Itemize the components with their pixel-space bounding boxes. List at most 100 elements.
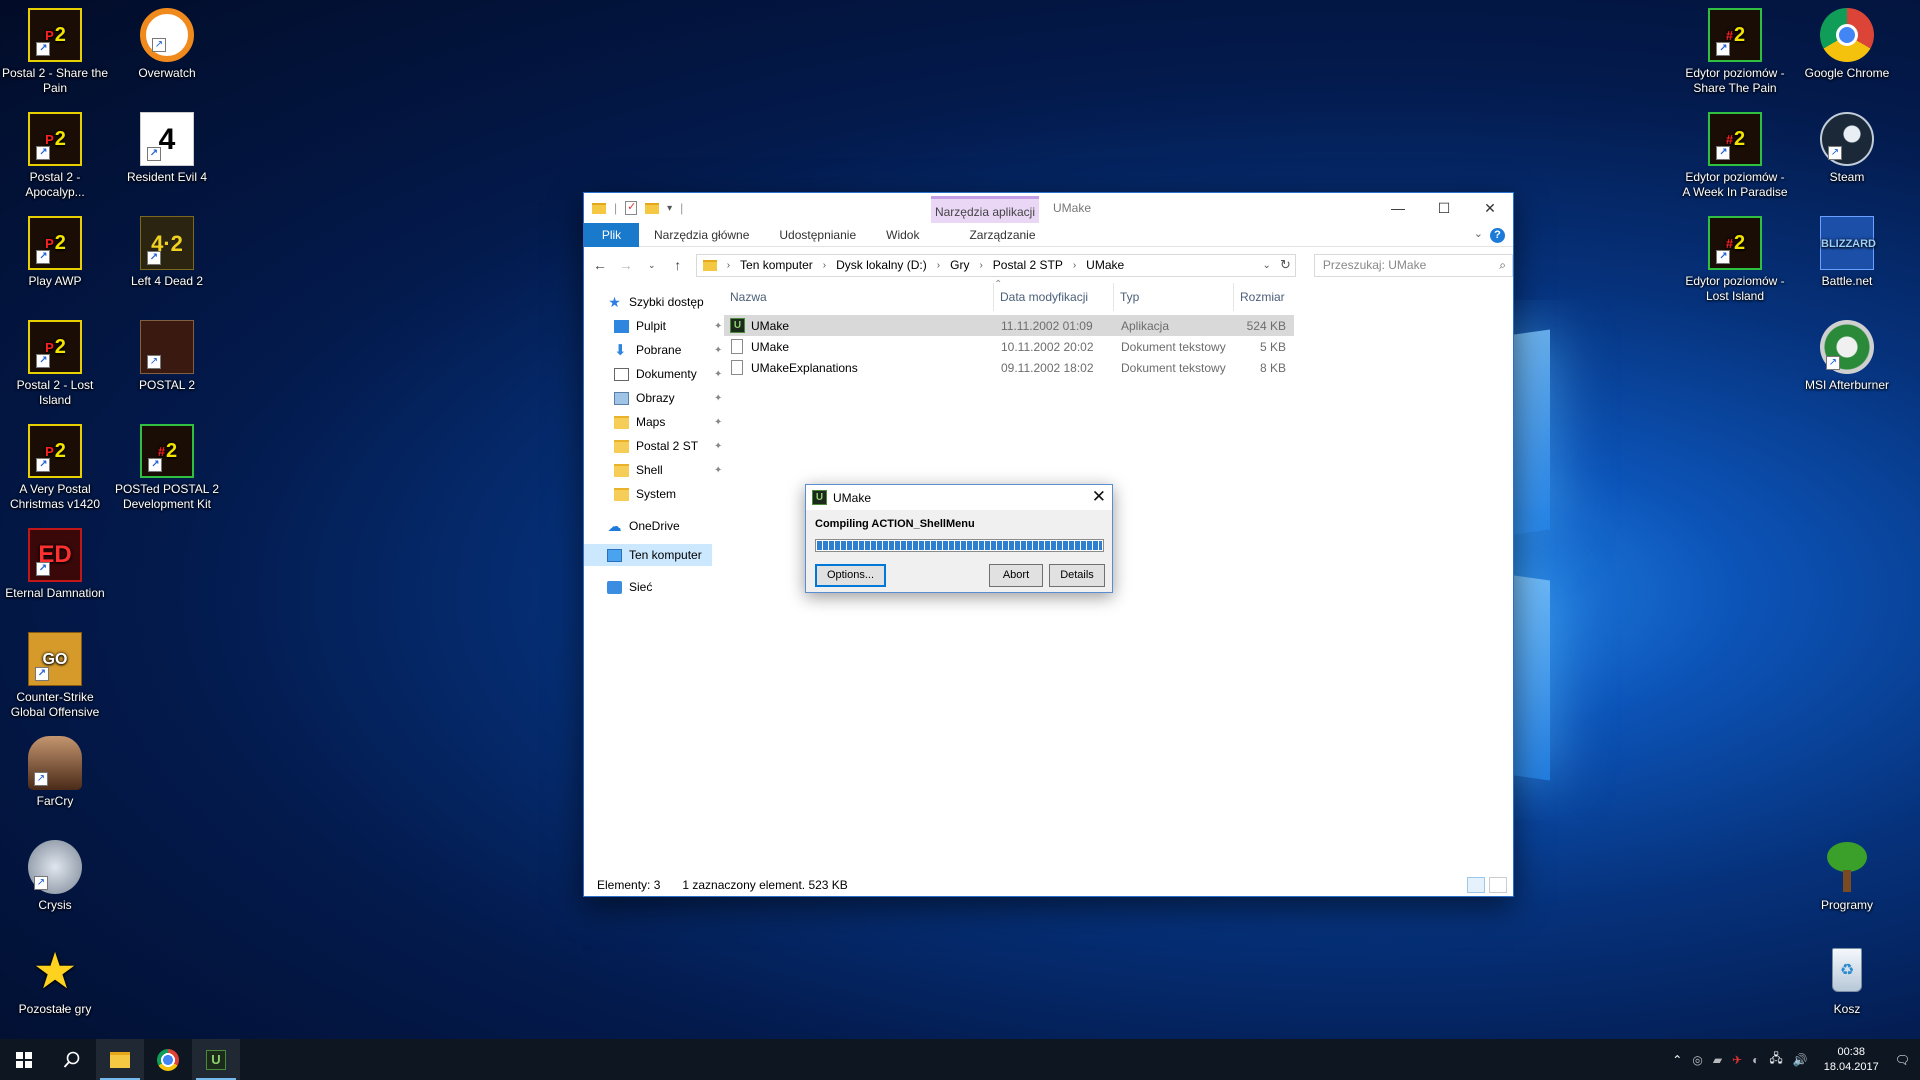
tree-icon: [1820, 840, 1874, 894]
tray-app-icon[interactable]: ▰: [1713, 1053, 1722, 1067]
column-header-type[interactable]: Typ: [1114, 283, 1234, 311]
desktop-icon-editor-share-the-pain[interactable]: #2 ↗ Edytor poziomów - Share The Pain: [1681, 8, 1789, 96]
expand-ribbon-icon[interactable]: ⌄: [1474, 227, 1483, 240]
desktop-icon-steam[interactable]: ↗ Steam: [1793, 112, 1901, 185]
nav-onedrive[interactable]: ☁ OneDrive: [607, 516, 680, 536]
nav-item-pulpit[interactable]: Pulpit ✦: [614, 316, 722, 336]
taskbar-file-explorer[interactable]: [96, 1039, 144, 1080]
minimize-button[interactable]: ―: [1375, 193, 1421, 223]
desktop-icon-postal2[interactable]: ↗ POSTAL 2: [113, 320, 221, 393]
breadcrumb-item[interactable]: Gry: [950, 258, 969, 272]
action-center-icon[interactable]: 🗨: [1895, 1053, 1910, 1067]
afterburner-tray-icon[interactable]: ✈: [1732, 1053, 1742, 1067]
nav-item-postal2stp[interactable]: Postal 2 STP ✦: [614, 436, 722, 456]
start-button[interactable]: [0, 1039, 48, 1080]
file-row[interactable]: U UMake 11.11.2002 01:09 Aplikacja 524 K…: [724, 315, 1294, 336]
desktop-icon-very-postal-christmas[interactable]: P 2 ↗ A Very Postal Christmas v1420: [1, 424, 109, 512]
new-folder-icon[interactable]: [645, 202, 660, 214]
desktop-icon-kosz[interactable]: ♻ Kosz: [1793, 944, 1901, 1017]
close-button[interactable]: ✕: [1467, 193, 1513, 223]
customize-toolbar-icon[interactable]: ▾: [667, 203, 672, 214]
close-icon[interactable]: ✕: [1092, 487, 1106, 507]
desktop-icon-postal2-lost-island[interactable]: P 2 ↗ Postal 2 - Lost Island: [1, 320, 109, 408]
desktop-icon-eternal-damnation[interactable]: ED ↗ Eternal Damnation: [1, 528, 109, 601]
desktop-icon-postal2-apocalypse[interactable]: P 2 ↗ Postal 2 - Apocalyp...: [1, 112, 109, 200]
nav-item-pobrane[interactable]: ⬇ Pobrane ✦: [614, 340, 722, 360]
clock[interactable]: 00:38 18.04.2017: [1818, 1045, 1885, 1075]
desktop-icon-battle-net[interactable]: BLIZZARD Battle.net: [1793, 216, 1901, 289]
address-bar[interactable]: › Ten komputer › Dysk lokalny (D:) › Gry…: [695, 253, 1296, 277]
nav-network[interactable]: Sieć: [607, 577, 652, 597]
tab-view[interactable]: Widok: [871, 223, 934, 247]
search-button[interactable]: [48, 1039, 96, 1080]
breadcrumb-item[interactable]: UMake: [1086, 258, 1124, 272]
breadcrumb-item[interactable]: Ten komputer: [740, 258, 813, 272]
desktop-icon-postal2-share[interactable]: P 2 ↗ Postal 2 - Share the Pain: [1, 8, 109, 96]
large-icons-view-icon[interactable]: [1489, 877, 1507, 893]
file-row[interactable]: UMakeExplanations 09.11.2002 18:02 Dokum…: [724, 357, 1294, 378]
show-hidden-icons-icon[interactable]: ⌃: [1672, 1053, 1682, 1067]
column-header-size[interactable]: Rozmiar: [1234, 283, 1314, 311]
breadcrumb-item[interactable]: Postal 2 STP: [993, 258, 1063, 272]
desktop-icon-farcry[interactable]: ↗ FarCry: [1, 736, 109, 809]
crysis-icon: ↗: [28, 840, 82, 894]
desktop-icon-crysis[interactable]: ↗ Crysis: [1, 840, 109, 913]
back-button[interactable]: ←: [592, 257, 608, 273]
help-icon[interactable]: ?: [1490, 228, 1505, 243]
maximize-button[interactable]: ☐: [1421, 193, 1467, 223]
forward-button[interactable]: →: [618, 257, 634, 273]
desktop-icon-msi-afterburner[interactable]: ↗ MSI Afterburner: [1793, 320, 1901, 393]
desktop-icon-posted-postal2-devkit[interactable]: #2 ↗ POSTed POSTAL 2 Development Kit: [113, 424, 221, 512]
column-header-name[interactable]: Nazwa: [724, 283, 994, 311]
details-button[interactable]: Details: [1049, 564, 1105, 587]
up-button[interactable]: ↑: [670, 257, 686, 273]
postal-icon: P 2 ↗: [28, 216, 82, 270]
file-row[interactable]: UMake 10.11.2002 20:02 Dokument tekstowy…: [724, 336, 1294, 357]
desktop-icon-google-chrome[interactable]: Google Chrome: [1793, 8, 1901, 81]
taskbar-umake[interactable]: U: [192, 1039, 240, 1080]
nav-quick-access[interactable]: ★ Szybki dostęp: [607, 292, 704, 312]
details-view-icon[interactable]: [1467, 877, 1485, 893]
recent-locations-icon[interactable]: ⌄: [644, 260, 660, 271]
ribbon-tabs: Plik Narzędzia główne Udostępnianie Wido…: [584, 222, 1513, 247]
address-dropdown-icon[interactable]: ⌄: [1263, 260, 1271, 271]
tray-app-icon[interactable]: ◐: [1752, 1053, 1759, 1067]
nav-item-dokumenty[interactable]: Dokumenty ✦: [614, 364, 722, 384]
taskbar-chrome[interactable]: [144, 1039, 192, 1080]
options-button[interactable]: Options...: [815, 564, 886, 587]
column-header-date[interactable]: Data modyfikacji: [994, 283, 1114, 311]
desktop-icon-play-awp[interactable]: P 2 ↗ Play AWP: [1, 216, 109, 289]
nav-this-pc[interactable]: Ten komputer: [607, 545, 702, 565]
umake-dialog: U UMake ✕ Compiling ACTION_ShellMenu Opt…: [805, 484, 1113, 593]
nav-item-system[interactable]: System: [614, 484, 676, 504]
cloud-icon: ☁: [607, 517, 622, 534]
desktop-icon-pozostale-gry[interactable]: ★ Pozostałe gry: [1, 944, 109, 1017]
desktop-icon-editor-lost-island[interactable]: #2 ↗ Edytor poziomów - Lost Island: [1681, 216, 1789, 304]
text-file-icon: [731, 339, 743, 354]
nav-item-maps[interactable]: Maps ✦: [614, 412, 722, 432]
desktop-icon-left4dead2[interactable]: 4·2 ↗ Left 4 Dead 2: [113, 216, 221, 289]
desktop-icon-resident-evil-4[interactable]: 4 ↗ Resident Evil 4: [113, 112, 221, 185]
refresh-icon[interactable]: ↻: [1280, 257, 1291, 273]
properties-icon[interactable]: [625, 200, 638, 215]
tab-plik[interactable]: Plik: [584, 222, 639, 247]
abort-button[interactable]: Abort: [989, 564, 1043, 587]
desktop-icon-csgo[interactable]: GO ↗ Counter-Strike Global Offensive: [1, 632, 109, 720]
volume-icon[interactable]: 🔊: [1793, 1053, 1808, 1067]
desktop-icon-editor-week-in-paradise[interactable]: #2 ↗ Edytor poziomów - A Week In Paradise: [1681, 112, 1789, 200]
network-icon[interactable]: 🖧: [1769, 1049, 1782, 1070]
tab-share[interactable]: Udostępnianie: [764, 223, 871, 247]
context-tab-app-tools[interactable]: Narzędzia aplikacji: [931, 196, 1039, 223]
desktop-icon-programy[interactable]: Programy: [1793, 840, 1901, 913]
re4-icon: 4 ↗: [140, 112, 194, 166]
breadcrumb-item[interactable]: Dysk lokalny (D:): [836, 258, 927, 272]
nav-item-obrazy[interactable]: Obrazy ✦: [614, 388, 722, 408]
nav-item-shell[interactable]: Shell ✦: [614, 460, 722, 480]
search-input[interactable]: Przeszukaj: UMake ⌕: [1313, 253, 1513, 277]
afterburner-icon: ↗: [1820, 320, 1874, 374]
desktop-icon-overwatch[interactable]: ↗ Overwatch: [113, 8, 221, 81]
chrome-icon: [157, 1048, 179, 1071]
tab-home[interactable]: Narzędzia główne: [639, 223, 764, 247]
tab-manage[interactable]: Zarządzanie: [954, 223, 1050, 247]
tray-app-icon[interactable]: ◎: [1692, 1053, 1702, 1067]
